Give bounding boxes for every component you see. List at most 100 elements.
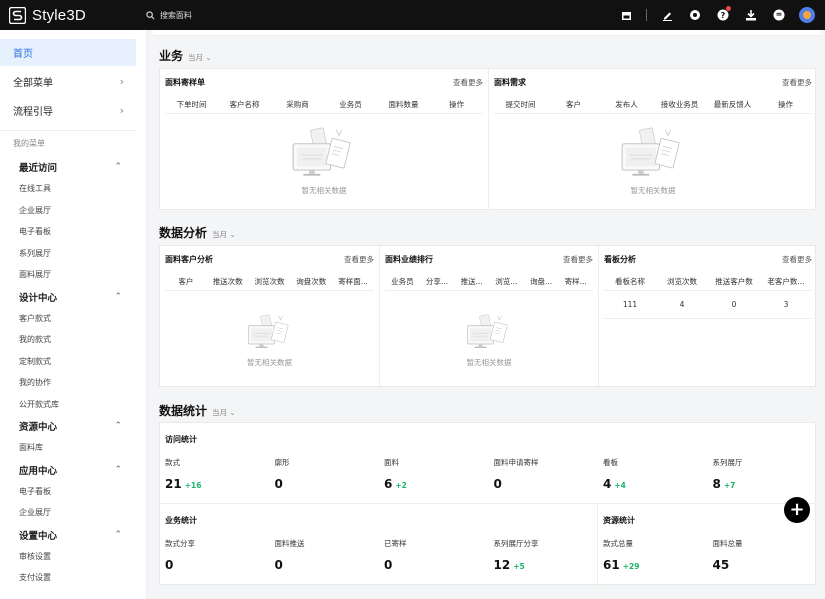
sample-order-more-link[interactable]: 查看更多 bbox=[453, 77, 483, 88]
sidebar-subitem[interactable]: 我的款式 bbox=[0, 329, 146, 351]
sidebar-subitem[interactable]: 在线工具 bbox=[0, 178, 146, 200]
stat-label: 已寄样 bbox=[384, 539, 407, 548]
divider bbox=[160, 503, 817, 504]
avatar bbox=[799, 7, 815, 23]
visit-stats-title: 访问统计 bbox=[165, 435, 197, 444]
sidebar-subitem[interactable]: 企业展厅 bbox=[0, 200, 146, 222]
column-header: 提交时间 bbox=[505, 99, 536, 109]
sample-order-table-header: 下单时间 客户名称 采购商 业务员 面料数量 操作 bbox=[165, 95, 483, 114]
download-icon[interactable] bbox=[743, 7, 759, 23]
stat-label: 款式 bbox=[165, 458, 180, 467]
stat-item: 款式 21 +16 bbox=[165, 457, 201, 491]
add-floating-button[interactable]: + bbox=[784, 497, 810, 523]
sidebar-item-1[interactable]: 全部菜单 › bbox=[0, 68, 136, 95]
chevron-up-icon: ⌃ bbox=[114, 162, 122, 172]
sidebar-subitem[interactable]: 企业展厅 bbox=[0, 502, 146, 524]
column-header: 采购商 bbox=[286, 99, 309, 109]
stat-value: 0 bbox=[493, 477, 502, 491]
sidebar-subitem[interactable]: 面料库 bbox=[0, 437, 146, 459]
column-header: 最新反馈人 bbox=[713, 99, 752, 109]
empty-illustration-icon bbox=[466, 314, 512, 354]
demand-more-link[interactable]: 查看更多 bbox=[782, 77, 812, 88]
sidebar-group-header[interactable]: 设计中心 ⌃ bbox=[0, 286, 146, 308]
sidebar-item-0[interactable]: 首页 bbox=[0, 39, 136, 66]
sidebar-group-header[interactable]: 应用中心 ⌃ bbox=[0, 459, 146, 481]
stat-increase: +7 bbox=[723, 481, 736, 490]
stat-value: 8 bbox=[712, 477, 721, 491]
sidebar-subitem[interactable]: 系列展厅 bbox=[0, 243, 146, 265]
settings-icon[interactable] bbox=[687, 7, 703, 23]
stat-increase: +5 bbox=[513, 562, 525, 571]
sidebar-item-label: 流程引导 bbox=[13, 107, 53, 118]
divider bbox=[597, 504, 598, 586]
sidebar-subitem[interactable]: 公开款式库 bbox=[0, 394, 146, 416]
business-card: 面料寄样单 查看更多 下单时间 客户名称 采购商 业务员 面料数量 操作 暂无相关数据 面… bbox=[159, 68, 816, 210]
main-content: 业务 当月 ⌄ 面料寄样单 查看更多 下单时间 客户名称 采购商 业务员 面料数量 操作 … bbox=[148, 30, 825, 599]
demand-panel: 面料需求 查看更多 提交时间 客户 发布人 接收业务员 最新反馈人 操作 暂无相关数据 bbox=[489, 69, 817, 209]
sidebar-subitem[interactable]: 电子看板 bbox=[0, 221, 146, 243]
user-avatar[interactable] bbox=[799, 7, 815, 23]
edit-icon[interactable] bbox=[659, 7, 675, 23]
stats-period-select[interactable]: 当月 ⌄ bbox=[212, 407, 236, 418]
stat-value-row: 0 bbox=[275, 477, 290, 491]
column-header: 操作 bbox=[449, 99, 464, 109]
business-stats-title: 业务统计 bbox=[165, 516, 197, 525]
sidebar-subitem[interactable]: 客户款式 bbox=[0, 308, 146, 330]
analysis-period-select[interactable]: 当月 ⌄ bbox=[212, 229, 236, 240]
column-header: 推送客户数 bbox=[715, 276, 753, 286]
column-header: 推送次数 bbox=[212, 276, 243, 286]
sidebar-group-label: 设置中心 bbox=[19, 530, 58, 542]
stat-label: 款式总量 bbox=[603, 539, 633, 548]
stat-value-row: 8 +7 bbox=[713, 477, 743, 491]
customer-analysis-panel: 面料客户分析 查看更多 客户 推送次数 浏览次数 询盘次数 寄样面... 暂无相关数据 bbox=[160, 246, 379, 386]
table-cell: 3 bbox=[783, 300, 789, 309]
empty-illustration-icon bbox=[620, 127, 686, 182]
stat-value-row: 0 bbox=[275, 558, 305, 572]
sidebar-group-header[interactable]: 设置中心 ⌃ bbox=[0, 524, 146, 546]
stat-label: 面料推送 bbox=[274, 539, 305, 548]
customer-analysis-title: 面料客户分析 bbox=[165, 255, 213, 264]
sidebar-group-header[interactable]: 最近访问 ⌃ bbox=[0, 156, 146, 178]
stat-label: 系列展厅 bbox=[712, 458, 743, 467]
sidebar-subitem[interactable]: 电子看板 bbox=[0, 481, 146, 503]
search-input[interactable]: 搜索面料 bbox=[146, 10, 192, 21]
stat-label: 面料申请寄样 bbox=[493, 458, 539, 467]
stat-value-row: 4 +4 bbox=[603, 477, 626, 491]
chevron-right-icon: › bbox=[119, 75, 124, 88]
performance-ranking-more-link[interactable]: 查看更多 bbox=[563, 254, 593, 265]
sidebar-subitem[interactable]: 支付设置 bbox=[0, 567, 146, 589]
performance-ranking-table-header: 业务员 分享... 推送... 浏览... 询盘... 寄样... bbox=[385, 272, 593, 291]
analysis-title: 数据分析 bbox=[159, 226, 208, 240]
performance-ranking-title: 面料业绩排行 bbox=[385, 255, 433, 264]
demand-title: 面料需求 bbox=[494, 78, 526, 87]
sidebar-item-2[interactable]: 流程引导 › bbox=[0, 97, 136, 124]
stat-value-row: 0 bbox=[384, 558, 407, 572]
calendar-icon[interactable] bbox=[618, 7, 634, 23]
sidebar-subitem[interactable]: 我的协作 bbox=[0, 372, 146, 394]
sidebar: 首页 全部菜单 › 流程引导 › 我的菜单 最近访问 ⌃ 在线工具 企业展厅 电子看板 系列展厅面… bbox=[0, 30, 147, 599]
chevron-up-icon: ⌃ bbox=[114, 529, 122, 540]
sidebar-subitem[interactable]: 面料展厅 bbox=[0, 264, 146, 286]
help-icon[interactable]: ? bbox=[715, 6, 731, 23]
column-header: 下单时间 bbox=[176, 99, 207, 109]
customer-analysis-empty: 暂无相关数据 bbox=[160, 314, 379, 368]
table-row[interactable]: 111 4 0 3 bbox=[604, 291, 812, 319]
message-icon[interactable] bbox=[771, 7, 787, 23]
column-header: 发布人 bbox=[615, 99, 638, 109]
style3d-logo-icon bbox=[8, 6, 27, 24]
stat-item: 看板 4 +4 bbox=[603, 457, 626, 491]
stat-value-row: 45 bbox=[713, 558, 743, 572]
business-period-select[interactable]: 当月 ⌄ bbox=[188, 52, 212, 63]
analysis-section-title: 数据分析 当月 ⌄ bbox=[159, 224, 236, 241]
sidebar-group-header[interactable]: 资源中心 ⌃ bbox=[0, 415, 146, 437]
app-logo[interactable]: Style3D bbox=[8, 6, 86, 24]
column-header: 推送... bbox=[460, 276, 483, 286]
stat-value: 12 bbox=[493, 558, 511, 572]
board-analysis-more-link[interactable]: 查看更多 bbox=[782, 254, 812, 265]
stat-item: 廓形 0 bbox=[275, 457, 290, 491]
sidebar-subitem[interactable]: 审核设置 bbox=[0, 546, 146, 568]
column-header: 客户 bbox=[178, 276, 194, 286]
stat-item: 已寄样 0 bbox=[384, 538, 407, 572]
customer-analysis-more-link[interactable]: 查看更多 bbox=[344, 254, 374, 265]
sidebar-subitem[interactable]: 定制款式 bbox=[0, 351, 146, 373]
